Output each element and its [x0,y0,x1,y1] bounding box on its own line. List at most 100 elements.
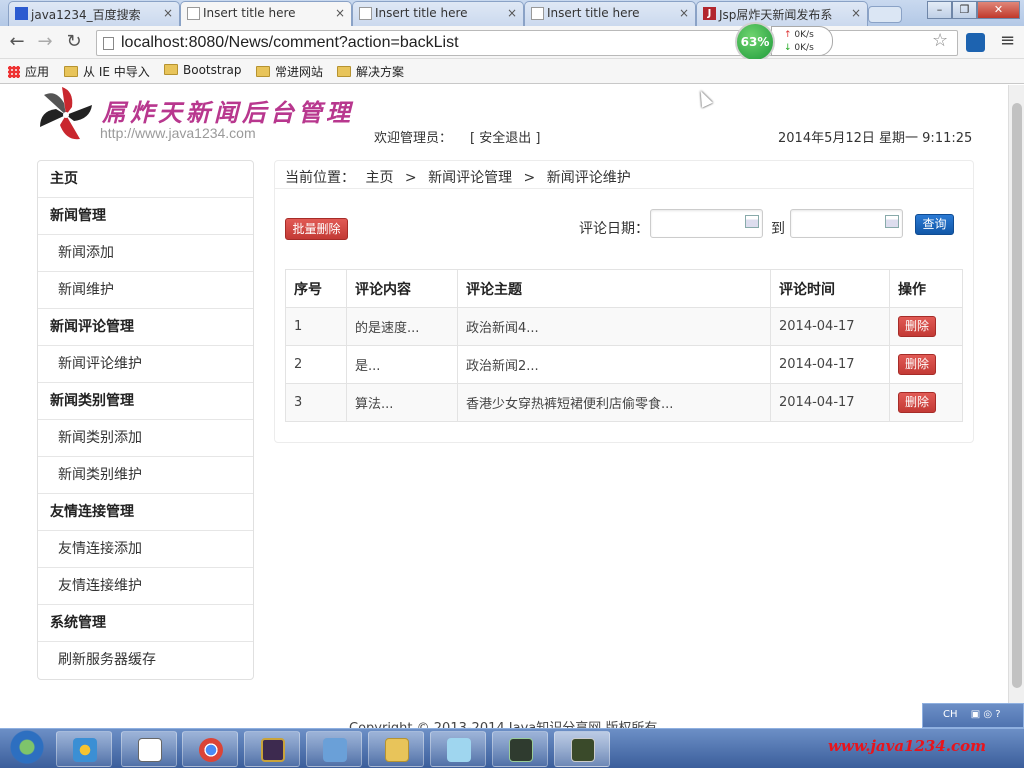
cell-content: 算法... [346,383,458,422]
col-header-time: 评论时间 [770,269,890,308]
calendar-icon[interactable] [885,215,899,228]
tab-label: Insert title here [375,6,468,20]
back-arrow-icon[interactable]: ← [6,31,28,53]
sidebar-item-category-add[interactable]: 新闻类别添加 [38,420,253,457]
date-to-input[interactable] [790,209,903,238]
date-range-to-label: 到 [771,221,785,237]
breadcrumb-current: 新闻评论维护 [546,170,631,186]
network-monitor-widget: ↑ 0K/s ↓ 0K/s 63% [733,20,837,62]
bookmark-label: 常进网站 [275,65,324,79]
input-language[interactable]: CH [943,709,958,720]
bookmark-star-icon[interactable]: ☆ [932,30,948,51]
taskbar-app-chrome[interactable] [182,731,238,767]
close-icon[interactable]: × [851,6,861,20]
scrollbar-thumb[interactable] [1012,103,1022,688]
batch-delete-button[interactable]: 批量删除 [285,218,348,240]
cell-content: 是... [346,345,458,384]
network-speed-panel: ↑ 0K/s ↓ 0K/s [771,26,833,56]
browser-tab-baidu[interactable]: java1234_百度搜索 × [8,1,180,26]
close-icon[interactable]: × [163,6,173,20]
bookmark-bootstrap[interactable]: Bootstrap [164,63,241,77]
delete-button[interactable]: 删除 [898,316,936,337]
bookmarks-bar: 应用 从 IE 中导入 Bootstrap 常进网站 解决方案 [0,59,1024,84]
cell-time: 2014-04-17 [770,383,890,422]
browser-tab-active[interactable]: Insert title here × [180,1,352,26]
taskbar-app-notepad[interactable] [121,731,177,767]
extension-icon[interactable] [966,33,985,52]
browser-menu-icon[interactable]: ≡ [1000,30,1015,51]
comment-table: 序号 评论内容 评论主题 评论时间 操作 1 的是速度... 政治新闻4... … [285,269,963,422]
date-from-input[interactable] [650,209,763,238]
delete-button[interactable]: 删除 [898,392,936,413]
sidebar-item-refresh-cache[interactable]: 刷新服务器缓存 [38,642,253,679]
table-header-row: 序号 评论内容 评论主题 评论时间 操作 [285,269,963,308]
bookmark-ie-import[interactable]: 从 IE 中导入 [64,63,150,80]
page-viewport: 屌炸天新闻后台管理 http://www.java1234.com 欢迎管理员：… [0,85,1008,728]
site-watermark: www.java1234.com [828,737,987,755]
browser-tab[interactable]: Insert title here × [524,1,696,26]
close-icon[interactable]: × [507,6,517,20]
start-button-icon[interactable] [2,730,52,768]
folder-icon [256,66,270,77]
folder-icon [164,64,178,75]
sidebar-item-home[interactable]: 主页 [38,161,253,198]
taskbar-app-javaee[interactable] [244,731,300,767]
tab-label: Insert title here [547,6,640,20]
taskbar-app-paint[interactable] [56,731,112,767]
sidebar-group-comments: 新闻评论管理 [38,309,253,346]
taskbar-app-recorder[interactable] [554,731,610,767]
breadcrumb-comment-mgmt[interactable]: 新闻评论管理 [428,170,512,186]
memory-percent-badge[interactable]: 63% [735,22,775,62]
sidebar-item-link-add[interactable]: 友情连接添加 [38,531,253,568]
close-icon[interactable]: × [335,6,345,20]
tab-label: java1234_百度搜索 [31,8,141,22]
address-bar-url[interactable]: localhost:8080/News/comment?action=backL… [121,34,459,52]
welcome-label: 欢迎管理员： [374,131,453,146]
baidu-icon [15,7,28,20]
taskbar-app-terminal[interactable] [492,731,548,767]
paint-icon [73,738,97,762]
taskbar-app-explorer[interactable] [368,731,424,767]
sidebar-item-comment-maintain[interactable]: 新闻评论维护 [38,346,253,383]
maximize-button[interactable]: ❐ [952,1,977,19]
cell-content: 的是速度... [346,307,458,346]
reload-icon[interactable]: ↻ [63,31,85,53]
window-close-button[interactable]: ✕ [977,1,1020,19]
sidebar-item-news-add[interactable]: 新闻添加 [38,235,253,272]
new-tab-button[interactable] [868,6,902,23]
bookmark-solutions[interactable]: 解决方案 [337,63,404,80]
forward-arrow-icon[interactable]: → [34,31,56,53]
breadcrumb-separator: > [523,170,536,186]
col-header-index: 序号 [285,269,347,308]
col-header-content: 评论内容 [346,269,458,308]
breadcrumb-home[interactable]: 主页 [365,170,393,186]
logo-pinwheel-icon [40,87,92,140]
query-button[interactable]: 查询 [915,214,954,235]
bookmark-common-sites[interactable]: 常进网站 [256,63,323,80]
tray-icons: ▣ ◎ ? [970,709,1001,720]
current-datetime: 2014年5月12日 星期一 9:11:25 [778,131,973,146]
chrome-icon [199,738,223,762]
notepad-icon [138,738,162,762]
sidebar-item-link-maintain[interactable]: 友情连接维护 [38,568,253,605]
cell-time: 2014-04-17 [770,345,890,384]
close-icon[interactable]: × [679,6,689,20]
browser-tab[interactable]: Insert title here × [352,1,524,26]
sidebar-group-categories: 新闻类别管理 [38,383,253,420]
bookmark-label: 解决方案 [356,65,405,79]
page-icon [359,7,372,20]
sidebar-item-category-maintain[interactable]: 新闻类别维护 [38,457,253,494]
logo-title: 屌炸天新闻后台管理 [102,98,354,127]
page-icon [531,7,544,20]
delete-button[interactable]: 删除 [898,354,936,375]
bookmark-apps[interactable]: 应用 [8,63,49,80]
minimize-button[interactable]: – [927,1,952,19]
taskbar-app-editor[interactable] [430,731,486,767]
calendar-icon[interactable] [745,215,759,228]
page-scrollbar[interactable] [1008,85,1024,728]
bookmark-label: Bootstrap [183,63,242,77]
taskbar-app-mysql[interactable] [306,731,362,767]
sidebar-item-news-maintain[interactable]: 新闻维护 [38,272,253,309]
folder-icon [385,738,409,762]
logout-link[interactable]: [ 安全退出 ] [470,131,540,146]
